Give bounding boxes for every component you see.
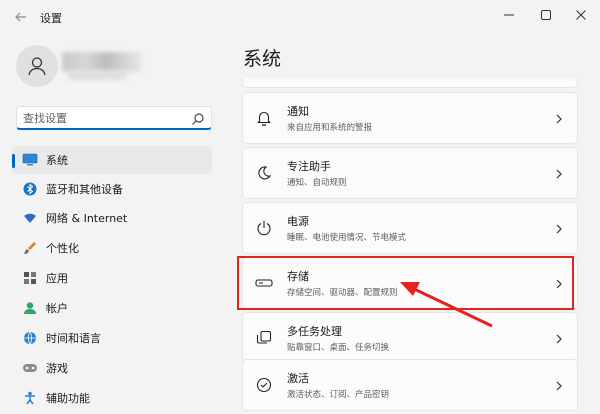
globe-clock-icon bbox=[22, 330, 38, 346]
power-icon bbox=[255, 219, 273, 237]
sidebar-item-accessibility[interactable]: 辅助功能 bbox=[12, 384, 212, 412]
search-icon[interactable] bbox=[191, 111, 205, 125]
sidebar-item-bluetooth[interactable]: 蓝牙和其他设备 bbox=[12, 175, 212, 203]
check-circle-icon bbox=[255, 376, 273, 394]
chevron-right-icon bbox=[553, 331, 565, 345]
account-icon bbox=[22, 300, 38, 316]
apps-icon bbox=[22, 270, 38, 286]
close-icon[interactable] bbox=[566, 5, 596, 25]
card-title: 激活 bbox=[287, 372, 309, 385]
card-title: 电源 bbox=[287, 215, 309, 228]
sidebar-item-label: 辅助功能 bbox=[46, 392, 90, 405]
sidebar-item-personalization[interactable]: 个性化 bbox=[12, 234, 212, 262]
card-subtitle: 睡眠、电池使用情况、节电模式 bbox=[287, 233, 407, 243]
sidebar-item-label: 系统 bbox=[46, 154, 68, 167]
chevron-right-icon bbox=[553, 166, 565, 180]
sidebar-item-label: 个性化 bbox=[46, 242, 79, 255]
chevron-right-icon bbox=[553, 378, 565, 392]
sidebar-item-label: 时间和语言 bbox=[46, 332, 101, 345]
sidebar-item-label: 应用 bbox=[46, 272, 68, 285]
card-title: 多任务处理 bbox=[287, 325, 342, 338]
search-input[interactable] bbox=[23, 109, 183, 127]
maximize-icon[interactable] bbox=[531, 5, 561, 25]
sidebar-item-label: 蓝牙和其他设备 bbox=[46, 183, 123, 196]
brush-icon bbox=[22, 240, 38, 256]
card-subtitle: 通知、自动规则 bbox=[287, 178, 347, 188]
annotation-highlight-box bbox=[237, 256, 574, 310]
sidebar-item-time-language[interactable]: 时间和语言 bbox=[12, 324, 212, 352]
card-focus-assist[interactable]: 专注助手 通知、自动规则 bbox=[242, 147, 578, 199]
blurred-user-email bbox=[68, 70, 126, 80]
sidebar-item-gaming[interactable]: 游戏 bbox=[12, 354, 212, 382]
sidebar-item-apps[interactable]: 应用 bbox=[12, 264, 212, 292]
back-arrow-icon[interactable] bbox=[12, 8, 30, 26]
avatar[interactable] bbox=[16, 45, 58, 87]
gamepad-icon bbox=[22, 360, 38, 376]
sidebar-item-label: 网络 & Internet bbox=[46, 212, 128, 225]
card-power[interactable]: 电源 睡眠、电池使用情况、节电模式 bbox=[242, 202, 578, 254]
sidebar-item-label: 游戏 bbox=[46, 362, 68, 375]
page-title: 系统 bbox=[243, 48, 282, 70]
sidebar-item-system[interactable]: 系统 bbox=[12, 146, 212, 174]
card-subtitle: 贴靠窗口、桌面、任务切换 bbox=[287, 343, 390, 353]
moon-icon bbox=[255, 164, 273, 182]
card-subtitle: 来自应用和系统的警报 bbox=[287, 123, 373, 133]
card-multitasking[interactable]: 多任务处理 贴靠窗口、桌面、任务切换 bbox=[242, 312, 578, 364]
card-title: 专注助手 bbox=[287, 160, 331, 173]
minimize-icon[interactable] bbox=[494, 5, 524, 25]
window-title: 设置 bbox=[40, 12, 62, 25]
card-notifications[interactable]: 通知 来自应用和系统的警报 bbox=[242, 92, 578, 144]
chevron-right-icon bbox=[553, 111, 565, 125]
sidebar-item-network[interactable]: 网络 & Internet bbox=[12, 204, 212, 232]
wifi-icon bbox=[22, 210, 38, 226]
card-subtitle: 激活状态、订阅、产品密钥 bbox=[287, 390, 390, 400]
multitask-icon bbox=[255, 329, 273, 347]
blurred-user-name bbox=[62, 52, 142, 72]
sidebar-item-label: 帐户 bbox=[46, 302, 68, 315]
title-bar: 设置 bbox=[0, 0, 600, 34]
sidebar-item-accounts[interactable]: 帐户 bbox=[12, 294, 212, 322]
chevron-right-icon bbox=[553, 221, 565, 235]
bluetooth-icon bbox=[22, 181, 38, 197]
accessibility-icon bbox=[22, 390, 38, 406]
monitor-icon bbox=[22, 152, 38, 168]
card-above-cutoff bbox=[242, 78, 578, 88]
bell-icon bbox=[255, 109, 273, 127]
card-activation[interactable]: 激活 激活状态、订阅、产品密钥 bbox=[242, 359, 578, 411]
card-title: 通知 bbox=[287, 105, 309, 118]
search-box[interactable] bbox=[16, 106, 212, 130]
